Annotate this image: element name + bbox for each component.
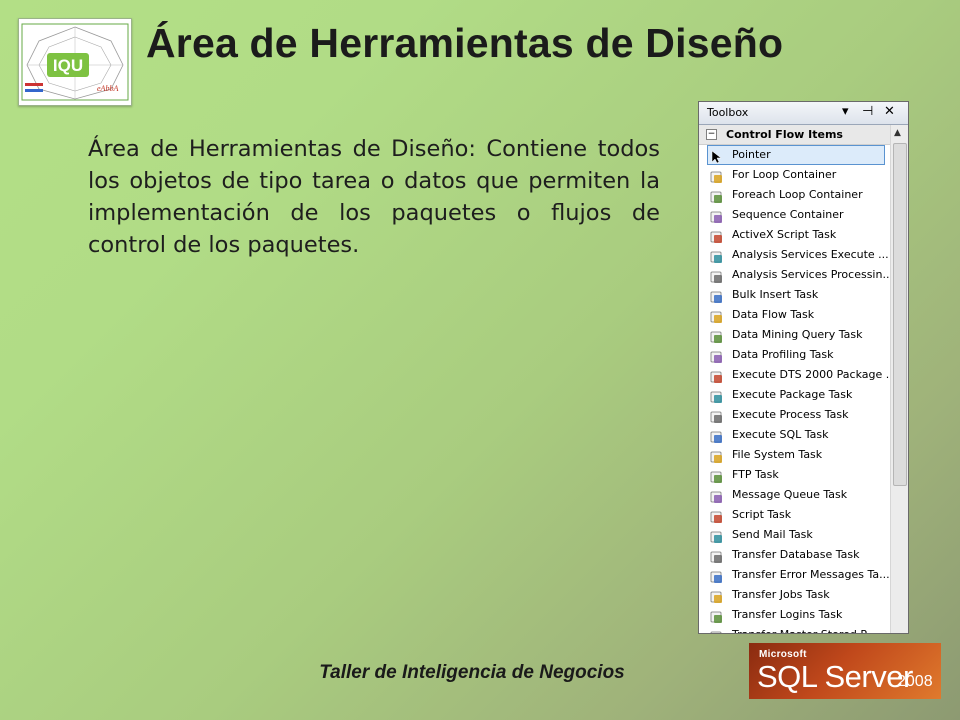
toolbox-item-label: FTP Task xyxy=(732,468,779,481)
logo-brand: eAbbA xyxy=(97,84,118,93)
toolbox-scrollbar[interactable]: ▲ xyxy=(890,125,908,633)
foreach-loop-icon xyxy=(710,189,724,203)
toolbox-item[interactable]: Sequence Container xyxy=(699,205,890,225)
activex-icon xyxy=(710,229,724,243)
toolbox-item-label: Transfer Master Stored P... xyxy=(732,628,876,633)
toolbox-item-label: Transfer Error Messages Ta... xyxy=(732,568,890,581)
toolbox-item[interactable]: Execute Process Task xyxy=(699,405,890,425)
ftp-icon xyxy=(710,469,724,483)
transfer-error-icon xyxy=(710,569,724,583)
sql-logo-version: 2008 xyxy=(897,673,933,690)
toolbox-item[interactable]: Send Mail Task xyxy=(699,525,890,545)
toolbox-titlebar: Toolbox ▾ ⊣ ✕ xyxy=(699,102,908,125)
toolbox-item[interactable]: Foreach Loop Container xyxy=(699,185,890,205)
toolbox-item-label: Sequence Container xyxy=(732,208,844,221)
pointer-icon xyxy=(710,149,724,164)
toolbox-item-label: Pointer xyxy=(732,148,771,161)
toolbox-item[interactable]: FTP Task xyxy=(699,465,890,485)
toolbox-item[interactable]: Pointer xyxy=(699,145,890,165)
file-system-icon xyxy=(710,449,724,463)
toolbox-item[interactable]: Transfer Database Task xyxy=(699,545,890,565)
data-flow-icon xyxy=(710,309,724,323)
sequence-container-icon xyxy=(710,209,724,223)
toolbox-item[interactable]: Bulk Insert Task xyxy=(699,285,890,305)
message-queue-icon xyxy=(710,489,724,503)
execute-sql-icon xyxy=(710,429,724,443)
toolbox-item-label: Send Mail Task xyxy=(732,528,813,541)
script-icon xyxy=(710,509,724,523)
toolbox-item[interactable]: ActiveX Script Task xyxy=(699,225,890,245)
toolbox-item[interactable]: Analysis Services Processin... xyxy=(699,265,893,285)
toolbox-item-label: Data Mining Query Task xyxy=(732,328,863,341)
toolbox-item[interactable]: Data Profiling Task xyxy=(699,345,890,365)
for-loop-icon xyxy=(710,169,724,183)
transfer-jobs-icon xyxy=(710,589,724,603)
toolbox-item-label: Data Profiling Task xyxy=(732,348,834,361)
toolbox-item[interactable]: Transfer Logins Task xyxy=(699,605,890,625)
sql-server-logo: Microsoft SQL Server 2008 xyxy=(749,643,941,699)
toolbox-item-label: Message Queue Task xyxy=(732,488,848,501)
data-mining-icon xyxy=(710,329,724,343)
toolbox-item[interactable]: Transfer Jobs Task xyxy=(699,585,890,605)
transfer-database-icon xyxy=(710,549,724,563)
toolbox-item-label: ActiveX Script Task xyxy=(732,228,837,241)
toolbox-item-label: File System Task xyxy=(732,448,823,461)
toolbox-item-label: Execute Package Task xyxy=(732,388,853,401)
transfer-logins-icon xyxy=(710,609,724,623)
bulk-insert-icon xyxy=(710,289,724,303)
toolbox-item-label: Execute SQL Task xyxy=(732,428,829,441)
logo-text: IQU xyxy=(53,56,83,75)
toolbox-item[interactable]: Data Flow Task xyxy=(699,305,890,325)
transfer-master-icon xyxy=(710,629,724,633)
toolbox-item-list: Pointer For Loop Container Foreach Loop Co… xyxy=(699,145,896,633)
analysis-processing-icon xyxy=(710,269,724,283)
sql-logo-product: SQL Server xyxy=(757,659,913,694)
slide-body: Área de Herramientas de Diseño: Contiene… xyxy=(88,136,660,258)
toolbox-dropdown-icon[interactable]: ▾ xyxy=(842,104,849,120)
toolbox-item-label: Execute DTS 2000 Package ... xyxy=(732,368,897,381)
toolbox-pin-icon[interactable]: ⊣ xyxy=(862,104,873,120)
group-header-label: Control Flow Items xyxy=(726,128,843,141)
toolbox-item-label: Transfer Jobs Task xyxy=(732,588,830,601)
execute-package-icon xyxy=(710,389,724,403)
toolbox-item[interactable]: File System Task xyxy=(699,445,890,465)
execute-dts-icon xyxy=(710,369,724,383)
execute-process-icon xyxy=(710,409,724,423)
toolbox-title: Toolbox xyxy=(707,106,749,119)
logo-graphic: IQU eAbbA xyxy=(21,23,129,101)
data-profiling-icon xyxy=(710,349,724,363)
toolbox-item[interactable]: Script Task xyxy=(699,505,890,525)
analysis-execute-icon xyxy=(710,249,724,263)
toolbox-item[interactable]: Transfer Master Stored P... xyxy=(699,625,890,633)
logo-mark: IQU xyxy=(47,53,89,77)
toolbox-item-label: Analysis Services Processin... xyxy=(732,268,893,281)
group-header-control-flow-items[interactable]: − Control Flow Items xyxy=(699,125,890,145)
toolbox-item-label: Data Flow Task xyxy=(732,308,815,321)
toolbox-item[interactable]: Message Queue Task xyxy=(699,485,890,505)
toolbox-item[interactable]: Execute SQL Task xyxy=(699,425,890,445)
logo: IQU eAbbA xyxy=(18,18,132,106)
toolbox-item[interactable]: Analysis Services Execute ... xyxy=(699,245,890,265)
toolbox-item[interactable]: Execute DTS 2000 Package ... xyxy=(699,365,896,385)
toolbox-item[interactable]: Execute Package Task xyxy=(699,385,890,405)
scrollbar-thumb[interactable] xyxy=(893,143,907,486)
toolbox-item-label: Transfer Database Task xyxy=(732,548,860,561)
toolbox-item-label: For Loop Container xyxy=(732,168,837,181)
toolbox-panel: Toolbox ▾ ⊣ ✕ − Control Flow Items Point… xyxy=(698,101,909,634)
toolbox-item-label: Foreach Loop Container xyxy=(732,188,863,201)
toolbox-item-label: Execute Process Task xyxy=(732,408,849,421)
toolbox-item-label: Script Task xyxy=(732,508,792,521)
collapse-icon[interactable]: − xyxy=(706,129,717,140)
toolbox-item-label: Transfer Logins Task xyxy=(732,608,843,621)
scroll-up-icon[interactable]: ▲ xyxy=(894,128,901,138)
send-mail-icon xyxy=(710,529,724,543)
toolbox-item-label: Bulk Insert Task xyxy=(732,288,819,301)
slide-title: Área de Herramientas de Diseño xyxy=(146,20,784,66)
toolbox-item[interactable]: For Loop Container xyxy=(699,165,890,185)
toolbox-item-label: Analysis Services Execute ... xyxy=(732,248,889,261)
toolbox-item[interactable]: Data Mining Query Task xyxy=(699,325,890,345)
toolbox-close-icon[interactable]: ✕ xyxy=(884,104,895,120)
toolbox-item[interactable]: Transfer Error Messages Ta... xyxy=(699,565,890,585)
